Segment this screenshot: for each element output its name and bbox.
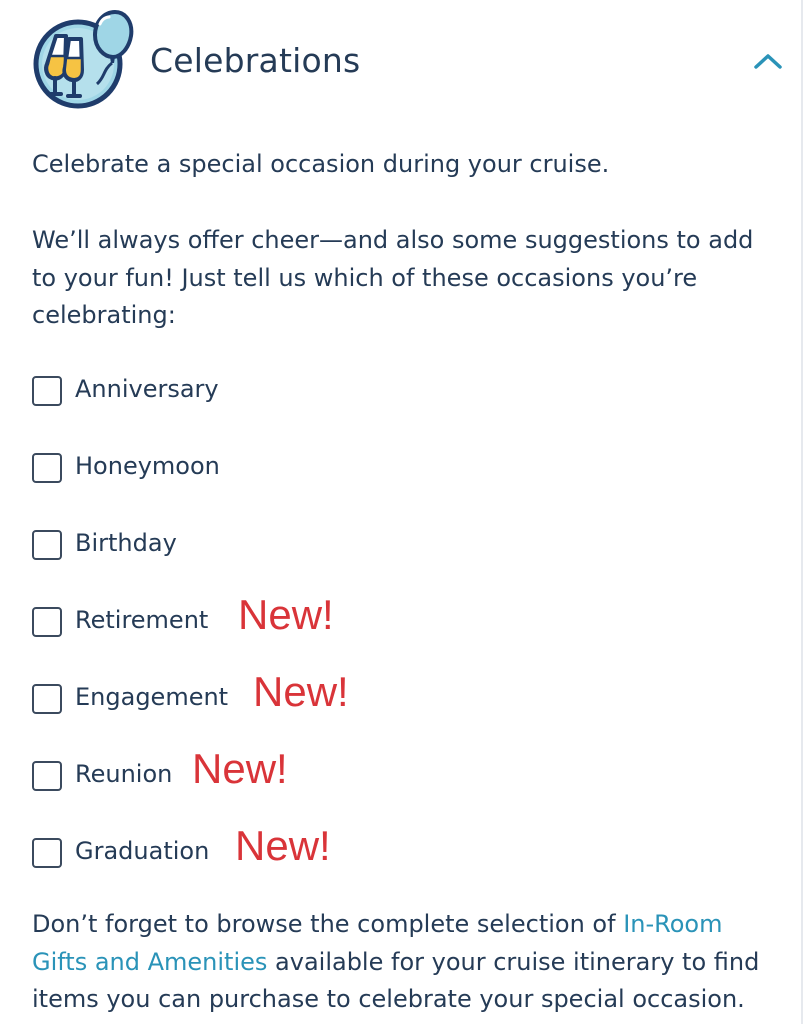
option-graduation[interactable]: Graduation New! <box>32 822 772 907</box>
option-label[interactable]: Reunion <box>75 756 172 792</box>
body-text: We’ll always offer cheer—and also some s… <box>32 226 754 329</box>
chevron-up-icon[interactable] <box>744 38 792 86</box>
checkbox[interactable] <box>32 684 62 714</box>
option-anniversary[interactable]: Anniversary <box>32 368 772 445</box>
checkbox[interactable] <box>32 530 62 560</box>
option-label[interactable]: Anniversary <box>75 371 219 407</box>
option-label[interactable]: Retirement <box>75 602 208 638</box>
option-label[interactable]: Engagement <box>75 679 228 715</box>
new-badge: New! <box>235 822 331 869</box>
option-label[interactable]: Honeymoon <box>75 448 220 484</box>
checkbox[interactable] <box>32 376 62 406</box>
option-honeymoon[interactable]: Honeymoon <box>32 445 772 522</box>
option-retirement[interactable]: Retirement New! <box>32 591 772 676</box>
new-badge: New! <box>192 745 288 792</box>
option-label[interactable]: Graduation <box>75 833 209 869</box>
checkbox[interactable] <box>32 607 62 637</box>
new-badge: New! <box>253 668 349 715</box>
celebration-options-list: Anniversary Honeymoon Birthday Retiremen… <box>32 368 772 907</box>
new-badge: New! <box>238 591 334 638</box>
checkbox[interactable] <box>32 453 62 483</box>
intro-text: Celebrate a special occasion during your… <box>32 150 610 178</box>
section-title: Celebrations <box>150 41 361 80</box>
option-reunion[interactable]: Reunion New! <box>32 745 772 830</box>
option-engagement[interactable]: Engagement New! <box>32 668 772 753</box>
celebrations-panel: Celebrations Celebrate a special occasio… <box>0 0 803 1024</box>
celebration-balloon-glasses-icon <box>33 9 134 109</box>
footer-text: Don’t forget to browse the complete sele… <box>32 906 762 1019</box>
footer-text-before-link: Don’t forget to browse the complete sele… <box>32 910 624 938</box>
celebrations-header[interactable]: Celebrations <box>32 8 792 112</box>
checkbox[interactable] <box>32 838 62 868</box>
option-birthday[interactable]: Birthday <box>32 522 772 599</box>
checkbox[interactable] <box>32 761 62 791</box>
option-label[interactable]: Birthday <box>75 525 177 561</box>
